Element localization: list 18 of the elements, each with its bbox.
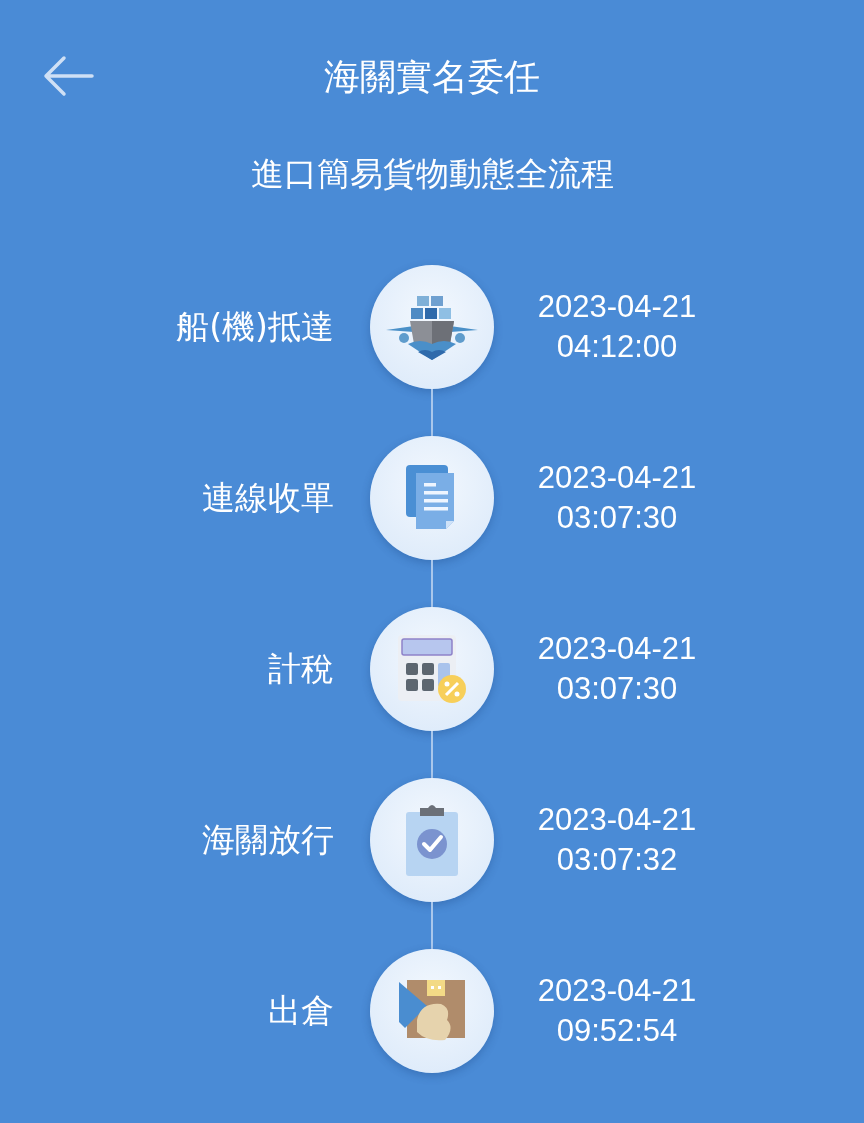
step-label: 連線收單	[202, 476, 334, 519]
calculator-icon	[396, 633, 468, 705]
step-time: 09:52:54	[556, 1012, 678, 1050]
step-time: 03:07:30	[556, 499, 678, 537]
step-label: 船(機)抵達	[176, 305, 334, 348]
subtitle: 進口簡易貨物動態全流程	[249, 153, 615, 195]
step-date: 2023-04-21	[537, 630, 697, 668]
step-date: 2023-04-21	[537, 801, 697, 839]
step-time: 03:07:32	[556, 841, 678, 879]
step-label: 海關放行	[202, 818, 334, 861]
step-label: 出倉	[268, 989, 334, 1032]
step-label: 計稅	[268, 647, 334, 690]
step-date: 2023-04-21	[537, 972, 697, 1010]
step-date: 2023-04-21	[537, 288, 697, 326]
step-time: 03:07:30	[556, 670, 678, 708]
page-title: 海關實名委任	[324, 54, 540, 99]
step-time: 04:12:00	[556, 328, 678, 366]
step-date: 2023-04-21	[537, 459, 697, 497]
